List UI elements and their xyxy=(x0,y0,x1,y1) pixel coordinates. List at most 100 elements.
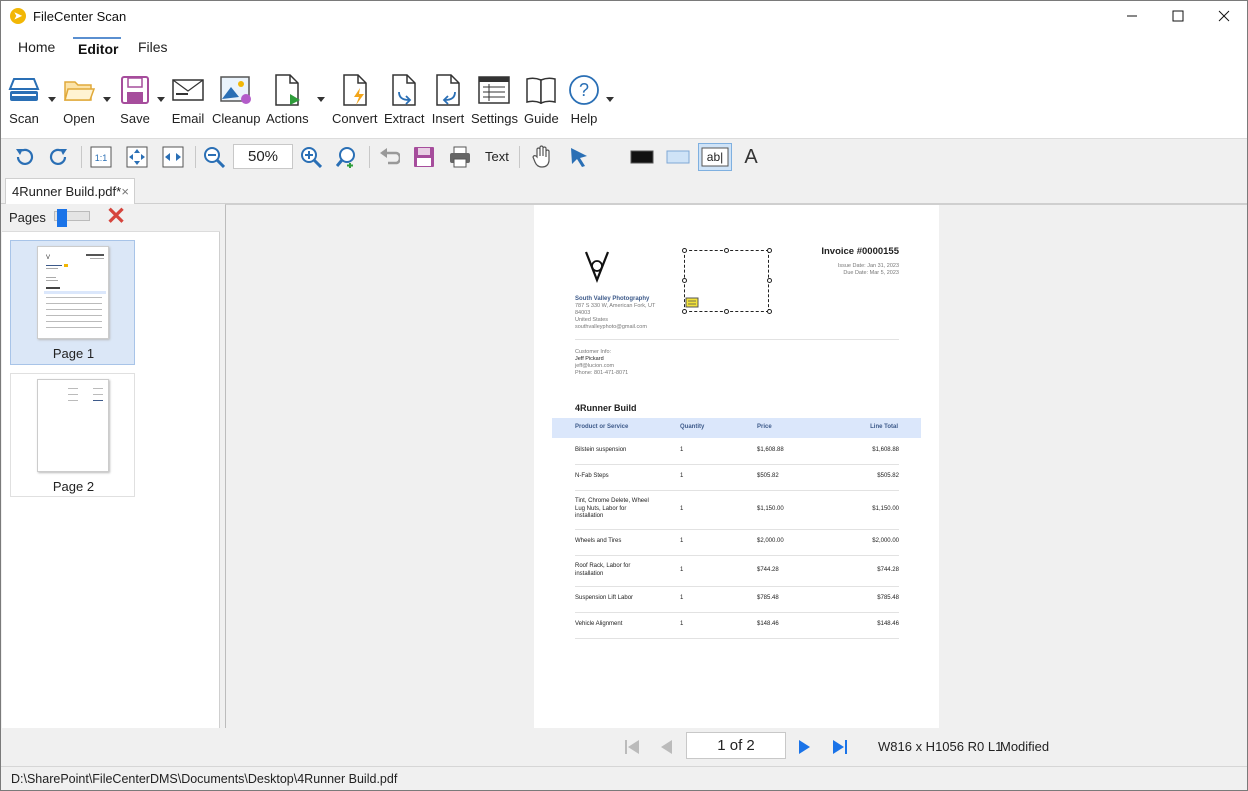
table-row-divider xyxy=(575,529,899,530)
save-disk-icon xyxy=(118,73,152,107)
print-button[interactable] xyxy=(447,144,473,170)
rotate-right-button[interactable] xyxy=(46,144,72,170)
tab-files[interactable]: Files xyxy=(138,39,168,55)
sticky-note-icon[interactable] xyxy=(685,297,699,309)
row-qty: 1 xyxy=(680,595,684,601)
resize-handle[interactable] xyxy=(767,248,772,253)
save-button[interactable]: Save xyxy=(118,73,152,133)
page-thumbnail-1[interactable]: V Page 1 xyxy=(10,240,135,365)
first-page-icon xyxy=(625,740,639,754)
fit-page-button[interactable] xyxy=(124,144,150,170)
select-tool-button[interactable] xyxy=(566,144,592,170)
resize-handle[interactable] xyxy=(724,309,729,314)
actual-size-button[interactable]: 1:1 xyxy=(88,144,114,170)
ribbon: Scan Open Save Email Cleanup Actions Con… xyxy=(1,67,1247,139)
guide-button[interactable]: Guide xyxy=(524,73,559,133)
settings-button[interactable]: Settings xyxy=(471,73,518,133)
pan-tool-button[interactable] xyxy=(529,144,555,170)
page-2-label: Page 2 xyxy=(52,479,95,494)
rotate-right-icon xyxy=(49,148,67,166)
resize-handle[interactable] xyxy=(682,309,687,314)
company-address-3: United States xyxy=(575,317,609,323)
document-viewer[interactable]: Invoice #0000155 Issue Date: Jan 31, 202… xyxy=(225,204,1247,728)
page-thumbnail-2[interactable]: Page 2 xyxy=(10,373,135,497)
highlight-tool-button[interactable] xyxy=(665,144,691,170)
fit-width-button[interactable] xyxy=(160,144,186,170)
row-product: Suspension Lift Labor xyxy=(575,595,634,602)
delete-page-icon[interactable]: ✕ xyxy=(106,205,126,229)
envelope-icon xyxy=(171,73,205,107)
actual-size-icon: 1:1 xyxy=(90,146,112,168)
font-tool-button[interactable]: A xyxy=(738,144,764,170)
minimize-button[interactable] xyxy=(1109,1,1155,31)
convert-button[interactable]: Convert xyxy=(332,73,378,133)
title-bar: ➤ FileCenter Scan xyxy=(1,1,1247,31)
table-header-row: Product or Service Quantity Price Line T… xyxy=(552,418,921,438)
text-tool-button[interactable]: Text xyxy=(485,149,509,164)
resize-handle[interactable] xyxy=(724,248,729,253)
company-logo-icon xyxy=(584,251,610,284)
undo-button[interactable] xyxy=(376,144,402,170)
help-button[interactable]: ? Help xyxy=(567,73,601,133)
row-total: $1,150.00 xyxy=(872,505,899,512)
next-page-button[interactable] xyxy=(794,737,814,757)
minimize-icon xyxy=(1127,15,1137,17)
window-controls xyxy=(1109,1,1247,31)
close-window-button[interactable] xyxy=(1201,1,1247,31)
issue-date: Issue Date: Jan 31, 2023 xyxy=(837,263,899,269)
company-address-1: 787 S 330 W, American Fork, UT xyxy=(575,303,656,309)
table-row-divider xyxy=(575,612,899,613)
document-tab-label: 4Runner Build.pdf* xyxy=(12,184,122,199)
actions-button[interactable]: Actions xyxy=(266,73,309,133)
zoom-area-button[interactable] xyxy=(334,144,360,170)
row-product: Roof Rack, Labor for xyxy=(575,563,631,569)
row-qty: 1 xyxy=(680,447,684,453)
next-page-icon xyxy=(799,740,810,754)
save-toolbar-button[interactable] xyxy=(411,144,437,170)
rotate-left-icon xyxy=(16,148,34,166)
ribbon-tabs: Home Editor Files xyxy=(1,31,1247,67)
scan-button[interactable]: Scan xyxy=(7,73,41,133)
zoom-out-button[interactable] xyxy=(201,144,227,170)
zoom-in-button[interactable] xyxy=(298,144,324,170)
first-page-button[interactable] xyxy=(622,737,642,757)
resize-handle[interactable] xyxy=(682,248,687,253)
rectangle-tool-button[interactable] xyxy=(629,144,655,170)
pages-header: Pages ✕ xyxy=(2,204,220,232)
close-tab-icon[interactable]: × xyxy=(121,184,129,199)
row-total: $744.28 xyxy=(877,566,899,573)
scan-dropdown-arrow[interactable] xyxy=(48,97,56,102)
maximize-button[interactable] xyxy=(1155,1,1201,31)
close-icon xyxy=(1218,10,1230,22)
thumbnail-size-slider[interactable] xyxy=(54,209,90,227)
save-dropdown-arrow[interactable] xyxy=(157,97,165,102)
rotate-left-button[interactable] xyxy=(11,144,37,170)
email-button[interactable]: Email xyxy=(171,73,205,133)
zoom-level-input[interactable]: 50% xyxy=(233,144,293,169)
last-page-button[interactable] xyxy=(830,737,850,757)
page-1-preview: V xyxy=(37,246,109,339)
resize-handle[interactable] xyxy=(682,278,687,283)
section-title: 4Runner Build xyxy=(575,403,637,413)
insert-button[interactable]: Insert xyxy=(431,73,465,133)
previous-page-button[interactable] xyxy=(657,737,677,757)
open-button[interactable]: Open xyxy=(62,73,96,133)
open-dropdown-arrow[interactable] xyxy=(103,97,111,102)
slider-thumb[interactable] xyxy=(57,209,67,227)
company-name: South Valley Photography xyxy=(575,296,650,302)
resize-handle[interactable] xyxy=(767,309,772,314)
resize-handle[interactable] xyxy=(767,278,772,283)
extract-button[interactable]: Extract xyxy=(384,73,424,133)
help-dropdown-arrow[interactable] xyxy=(606,97,614,102)
tab-editor[interactable]: Editor xyxy=(78,41,118,57)
svg-text:1:1: 1:1 xyxy=(95,153,108,163)
text-field-tool-button[interactable]: ab| xyxy=(698,143,732,171)
row-price: $2,000.00 xyxy=(757,538,784,544)
document-tab[interactable]: 4Runner Build.pdf* × xyxy=(5,178,135,204)
cleanup-button[interactable]: Cleanup xyxy=(212,73,260,133)
table-row-divider xyxy=(575,638,899,639)
page-number-input[interactable]: 1 of 2 xyxy=(686,732,786,759)
actions-dropdown-arrow[interactable] xyxy=(317,97,325,102)
tab-home[interactable]: Home xyxy=(18,39,55,55)
settings-list-icon xyxy=(477,73,511,107)
